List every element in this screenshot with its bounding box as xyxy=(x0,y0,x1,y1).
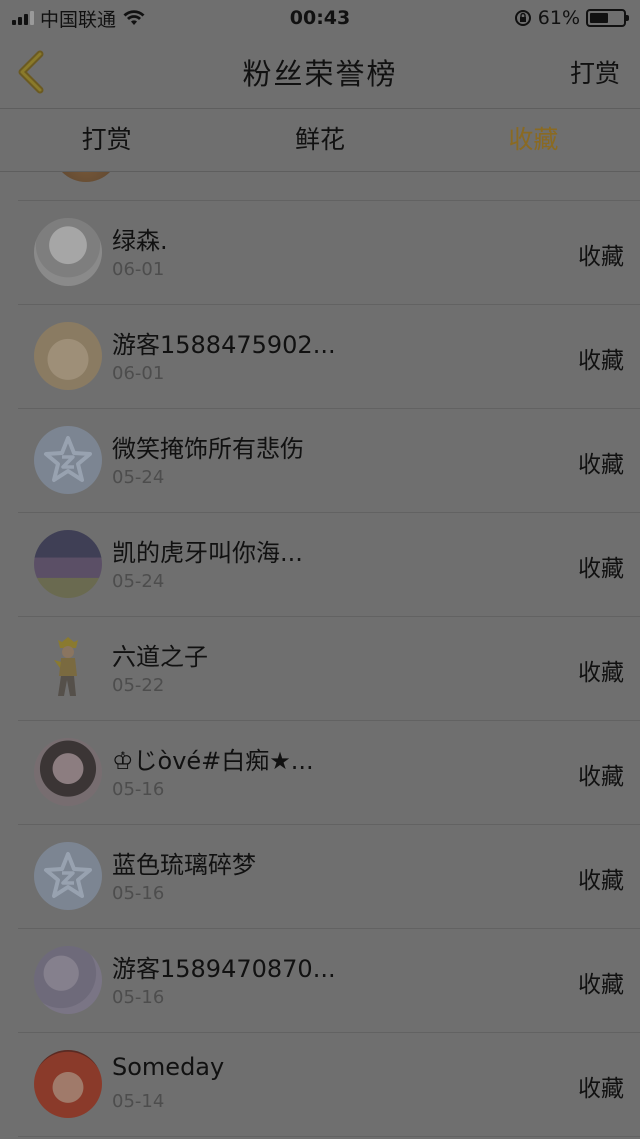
action-label: 收藏 xyxy=(578,972,624,998)
list-item-partial xyxy=(18,172,640,201)
fan-name: 绿森. xyxy=(112,227,168,255)
avatar xyxy=(34,426,102,494)
tab-flowers[interactable]: 鲜花 xyxy=(213,109,426,171)
fan-name: ♔じòvé#白痴★... xyxy=(112,747,314,775)
anime-character-icon xyxy=(54,637,78,696)
fan-name: Someday xyxy=(112,1053,225,1081)
list-item[interactable]: 六道之子 05-22 收藏 xyxy=(18,617,640,721)
list-item[interactable]: 微笑掩饰所有悲伤 05-24 收藏 xyxy=(18,409,640,513)
fan-date: 05-16 xyxy=(112,987,165,1008)
fan-name: 游客1589470870... xyxy=(112,955,336,983)
status-bar: 中国联通 00:43 61% xyxy=(0,0,640,36)
star-icon xyxy=(44,436,92,482)
avatar xyxy=(34,322,102,390)
tab-reward[interactable]: 打赏 xyxy=(0,109,213,171)
star-icon xyxy=(44,852,92,898)
nav-bar: 粉丝荣誉榜 打赏 xyxy=(0,36,640,109)
action-label: 收藏 xyxy=(578,1076,624,1102)
fan-date: 05-16 xyxy=(112,779,165,800)
list-item[interactable]: Someday 05-14 收藏 xyxy=(18,1033,640,1137)
avatar xyxy=(34,842,102,910)
fan-date: 06-01 xyxy=(112,363,165,384)
reward-button[interactable]: 打赏 xyxy=(570,54,620,90)
action-label: 收藏 xyxy=(578,348,624,374)
list-item[interactable]: ♔じòvé#白痴★... 05-16 收藏 xyxy=(18,721,640,825)
fan-date: 05-22 xyxy=(112,675,165,696)
action-label: 收藏 xyxy=(578,660,624,686)
fan-date: 05-24 xyxy=(112,571,165,592)
fan-name: 游客1588475902... xyxy=(112,331,336,359)
action-label: 收藏 xyxy=(578,556,624,582)
list-item[interactable]: 游客1588475902... 06-01 收藏 xyxy=(18,305,640,409)
avatar xyxy=(34,218,102,286)
list-item[interactable]: 凯的虎牙叫你海... 05-24 收藏 xyxy=(18,513,640,617)
avatar xyxy=(34,634,102,702)
fan-name: 蓝色琉璃碎梦 xyxy=(112,851,256,879)
battery-icon xyxy=(586,9,629,27)
action-label: 收藏 xyxy=(578,244,624,270)
fan-name: 微笑掩饰所有悲伤 xyxy=(112,435,304,463)
page-title: 粉丝荣誉榜 xyxy=(242,57,398,91)
action-label: 收藏 xyxy=(578,452,624,478)
tab-bar: 打赏 鲜花 收藏 xyxy=(0,109,640,172)
fan-date: 05-16 xyxy=(112,883,165,904)
clock: 00:43 xyxy=(289,7,351,29)
list-item[interactable]: 游客1589470870... 05-16 收藏 xyxy=(18,929,640,1033)
back-button[interactable] xyxy=(14,50,50,94)
action-label: 收藏 xyxy=(578,764,624,790)
chevron-left-icon xyxy=(18,50,44,94)
fan-name: 六道之子 xyxy=(112,643,208,671)
fan-name: 凯的虎牙叫你海... xyxy=(112,539,303,567)
action-label: 收藏 xyxy=(578,868,624,894)
list-item[interactable]: 蓝色琉璃碎梦 05-16 收藏 xyxy=(18,825,640,929)
list-item[interactable]: 绿森. 06-01 收藏 xyxy=(18,201,640,305)
avatar xyxy=(34,946,102,1014)
fan-list: 绿森. 06-01 收藏 游客1588475902... 06-01 收藏 微笑… xyxy=(0,172,640,1137)
fan-date: 05-14 xyxy=(112,1091,165,1112)
avatar xyxy=(52,172,120,182)
fan-date: 06-01 xyxy=(112,259,165,280)
avatar xyxy=(34,1050,102,1118)
avatar xyxy=(34,530,102,598)
fan-date: 05-24 xyxy=(112,467,165,488)
tab-favorites[interactable]: 收藏 xyxy=(427,109,640,171)
avatar xyxy=(34,738,102,806)
